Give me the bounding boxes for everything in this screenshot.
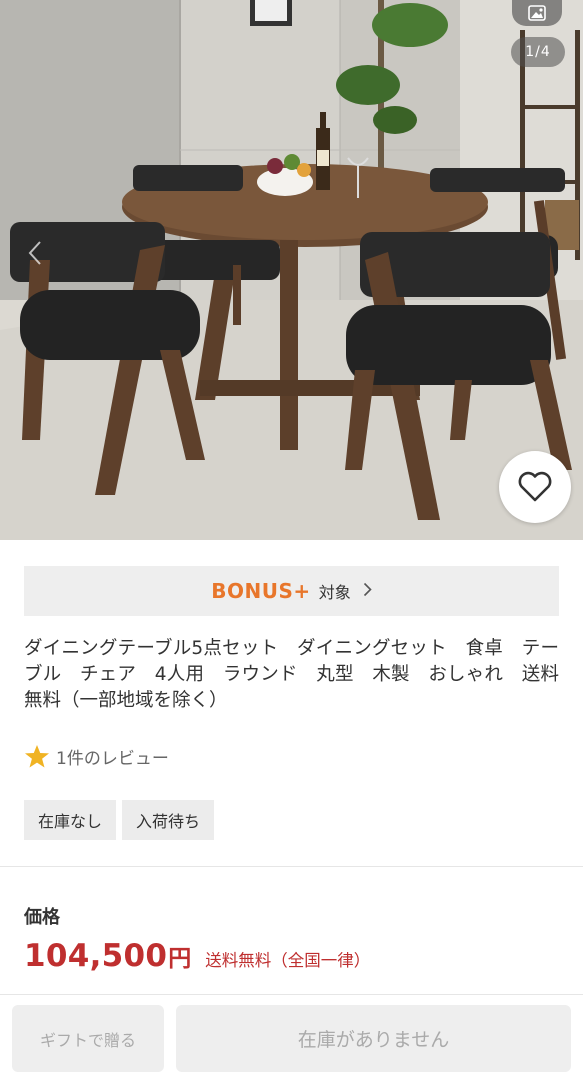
price-amount: 104,500 bbox=[24, 938, 168, 974]
gift-button[interactable]: ギフトで贈る bbox=[12, 1005, 164, 1072]
favorite-button[interactable] bbox=[499, 451, 571, 523]
product-photo bbox=[0, 0, 583, 540]
status-tags: 在庫なし 入荷待ち bbox=[24, 800, 215, 840]
out-of-stock-button[interactable]: 在庫がありません bbox=[176, 1005, 571, 1072]
status-tag-out-of-stock: 在庫なし bbox=[24, 800, 117, 840]
review-link[interactable]: 1件のレビュー bbox=[24, 741, 169, 771]
image-icon[interactable] bbox=[512, 0, 562, 26]
price-label: 価格 bbox=[24, 907, 60, 928]
divider bbox=[0, 866, 583, 867]
product-image-gallery[interactable]: 1/4 bbox=[0, 0, 583, 540]
bonus-logo: BONUS+ bbox=[211, 579, 311, 603]
chevron-left-icon[interactable] bbox=[28, 240, 42, 266]
review-count: 1件のレビュー bbox=[56, 748, 169, 769]
bonus-banner[interactable]: BONUS+ 対象 bbox=[24, 566, 559, 616]
heart-icon bbox=[518, 471, 552, 502]
star-icon bbox=[25, 744, 49, 767]
image-counter: 1/4 bbox=[511, 37, 565, 67]
chevron-right-icon bbox=[363, 582, 372, 601]
price-currency: 円 bbox=[168, 946, 192, 972]
product-title: ダイニングテーブル5点セット ダイニングセット 食卓 テーブル チェア 4人用 … bbox=[24, 638, 559, 711]
status-tag-awaiting-restock: 入荷待ち bbox=[122, 800, 215, 840]
shipping-info: 送料無料（全国一律） bbox=[205, 951, 371, 970]
footer-divider bbox=[0, 994, 583, 995]
price-row: 104,500 円 送料無料（全国一律） bbox=[24, 938, 370, 974]
bonus-label: 対象 bbox=[318, 583, 351, 602]
